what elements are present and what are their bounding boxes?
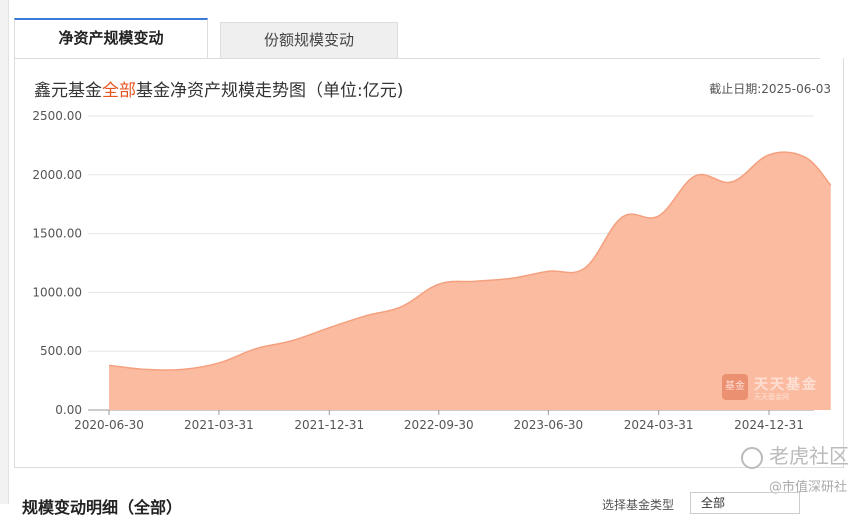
y-tick-label: 2000.00 [32, 168, 82, 182]
y-tick-label: 2500.00 [32, 109, 82, 123]
x-tick-label: 2024-12-31 [734, 418, 804, 432]
y-tick-label: 500.00 [40, 344, 82, 358]
detail-section-heading: 规模变动明细（全部） [22, 498, 183, 517]
x-tick-label: 2020-06-30 [74, 418, 144, 432]
y-tick-label: 1500.00 [32, 227, 82, 241]
watermark-text: 天天基金 [754, 377, 818, 393]
watermark-subtext: 天天基金网 [754, 393, 789, 401]
y-tick-label: 0.00 [55, 403, 82, 417]
x-tick-label: 2021-03-31 [184, 418, 254, 432]
watermark-logo: 基金 天天基金 天天基金网 [722, 372, 822, 404]
y-tick-label: 1000.00 [32, 285, 82, 299]
area-chart: 0.00 500.00 1000.00 1500.00 2000.00 2500.00 20… [32, 109, 832, 432]
x-tick-label: 2024-03-31 [624, 418, 694, 432]
tiger-icon [741, 446, 763, 469]
fund-type-select[interactable]: 全部 [690, 492, 800, 514]
x-tick-label: 2022-09-30 [404, 418, 474, 432]
corner-watermark-text: 老虎社区 [769, 444, 849, 468]
corner-watermark: 老虎社区 [741, 440, 849, 469]
x-tick-label: 2021-12-31 [294, 418, 364, 432]
x-tick-label: 2023-06-30 [513, 418, 583, 432]
watermark-logo-icon: 基金 [722, 374, 748, 400]
fund-type-filter-label: 选择基金类型 [602, 498, 675, 512]
